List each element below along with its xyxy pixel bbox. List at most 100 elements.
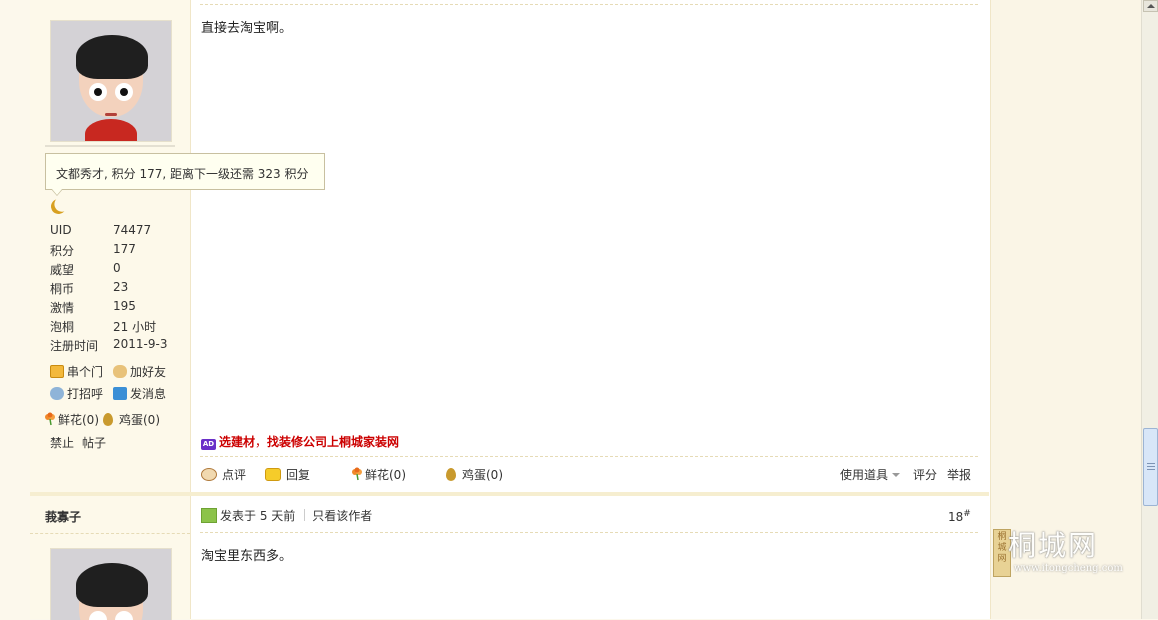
avatar-hair — [76, 35, 148, 79]
divider — [200, 532, 978, 533]
ban-label: 禁止 — [50, 436, 75, 450]
stat-label: 积分 — [50, 244, 75, 258]
post-message: 淘宝里东西多。 — [201, 549, 293, 564]
scroll-up-button[interactable] — [1143, 0, 1158, 12]
home-icon — [50, 365, 64, 378]
stat-prestige: 威望 0 — [50, 261, 190, 280]
comment-button[interactable]: 点评 — [201, 466, 246, 483]
divider — [200, 456, 978, 457]
floor-value: 18 — [948, 510, 964, 524]
online-status-icon — [201, 508, 217, 523]
ban-user-link[interactable]: 禁止 — [50, 434, 74, 450]
reply-label: 回复 — [286, 468, 311, 482]
egg-icon — [446, 468, 456, 481]
rate-label: 评分 — [913, 468, 938, 482]
stat-online-time: 泡桐 21 小时 — [50, 318, 190, 337]
handshake-icon — [113, 365, 127, 378]
greet-label: 打招呼 — [67, 387, 104, 401]
visit-home-link[interactable]: 串个门 — [50, 363, 103, 379]
stat-label: 威望 — [50, 263, 75, 277]
stat-label: 桐币 — [50, 282, 75, 296]
avatar-hair — [76, 563, 148, 607]
visit-home-label: 串个门 — [67, 365, 104, 379]
rate-button[interactable]: 评分 — [913, 466, 937, 483]
flower-icon — [45, 412, 55, 426]
user-egg-count[interactable]: 鸡蛋(0) — [103, 411, 160, 427]
reply-button[interactable]: 回复 — [265, 466, 310, 483]
use-tools-label: 使用道具 — [840, 468, 889, 482]
ad-separator: ， — [255, 435, 268, 449]
only-author-link[interactable]: 只看该作者 — [312, 509, 372, 523]
stat-coins: 桐币 23 — [50, 280, 190, 299]
avatar-shirt — [85, 119, 137, 141]
stat-uid: UID 74477 — [50, 223, 190, 242]
ad-icon: AD — [201, 439, 216, 450]
stat-value: 195 — [113, 299, 136, 313]
stat-label: 注册时间 — [50, 339, 99, 353]
ad-link-materials[interactable]: 选建材 — [219, 435, 255, 449]
avatar-eye-left — [89, 83, 107, 101]
stat-passion: 激情 195 — [50, 299, 190, 318]
post-content-area — [191, 0, 988, 492]
divider — [200, 4, 978, 5]
avatar-eye-right — [115, 83, 133, 101]
greet-link[interactable]: 打招呼 — [50, 385, 103, 401]
ban-posts-link[interactable]: 帖子 — [82, 434, 106, 450]
give-flower-label: 鲜花(0) — [365, 468, 406, 482]
egg-icon — [103, 413, 113, 426]
post-time: 发表于 5 天前 — [220, 509, 296, 523]
user-flower-count[interactable]: 鲜花(0) — [42, 411, 99, 427]
reply-bubble-icon — [265, 468, 281, 481]
scrollbar-thumb[interactable] — [1143, 428, 1158, 506]
give-flower-button[interactable]: 鲜花(0) — [349, 466, 406, 483]
divider — [45, 145, 175, 147]
post-message: 直接去淘宝啊。 — [201, 21, 293, 36]
throw-egg-label: 鸡蛋(0) — [462, 468, 503, 482]
avatar[interactable] — [50, 20, 172, 142]
stat-value: 23 — [113, 280, 129, 294]
tooltip-pointer-fill — [52, 189, 62, 195]
floor-number[interactable]: 18# — [948, 509, 971, 524]
post-meta: 发表于 5 天前 只看该作者 — [201, 507, 372, 524]
greet-icon — [50, 387, 64, 400]
stat-value: 0 — [113, 261, 121, 275]
use-tools-dropdown[interactable]: 使用道具 — [840, 466, 901, 483]
report-label: 举报 — [947, 468, 972, 482]
throw-egg-button[interactable]: 鸡蛋(0) — [446, 466, 503, 483]
comment-label: 点评 — [222, 468, 247, 482]
floor-mark: # — [963, 509, 971, 519]
flower-icon — [352, 467, 362, 481]
watermark-url: www.itongcheng.com — [1014, 563, 1123, 574]
divider — [30, 533, 190, 534]
envelope-icon — [113, 387, 127, 400]
post-action-bar: 点评 回复 鲜花(0) 鸡蛋(0) 使用道具 评分 举报 — [201, 466, 976, 484]
posts-label: 帖子 — [82, 436, 107, 450]
report-button[interactable]: 举报 — [947, 466, 971, 483]
author-name[interactable]: 莪寡子 — [45, 508, 81, 525]
avatar-mouth — [105, 113, 117, 116]
ad-link-decoration[interactable]: 找装修公司上桐城家装网 — [267, 435, 399, 449]
comment-cup-icon — [201, 468, 217, 481]
add-friend-link[interactable]: 加好友 — [113, 363, 166, 379]
stat-label: 激情 — [50, 301, 75, 315]
add-friend-label: 加好友 — [130, 365, 167, 379]
flower-label: 鲜花(0) — [58, 413, 99, 427]
send-message-label: 发消息 — [130, 387, 167, 401]
stat-value: 177 — [113, 242, 136, 256]
stat-points: 积分 177 — [50, 242, 190, 261]
stat-label: UID — [50, 223, 72, 237]
meta-separator — [304, 509, 306, 521]
egg-label: 鸡蛋(0) — [119, 413, 160, 427]
chevron-down-icon — [892, 473, 901, 477]
stat-label: 泡桐 — [50, 320, 75, 334]
watermark-logo: 桐城网 — [1008, 529, 1099, 562]
avatar[interactable] — [50, 548, 172, 620]
stat-register-date: 注册时间 2011-9-3 — [50, 337, 190, 356]
vertical-scrollbar[interactable] — [1141, 0, 1158, 619]
ad-banner: AD 选建材，找装修公司上桐城家装网 — [201, 433, 399, 450]
stat-value: 74477 — [113, 223, 152, 237]
stat-value: 2011-9-3 — [113, 337, 168, 351]
rank-tooltip: 文都秀才, 积分 177, 距离下一级还需 323 积分 — [45, 153, 325, 190]
send-message-link[interactable]: 发消息 — [113, 385, 166, 401]
stat-value: 21 小时 — [113, 320, 157, 334]
